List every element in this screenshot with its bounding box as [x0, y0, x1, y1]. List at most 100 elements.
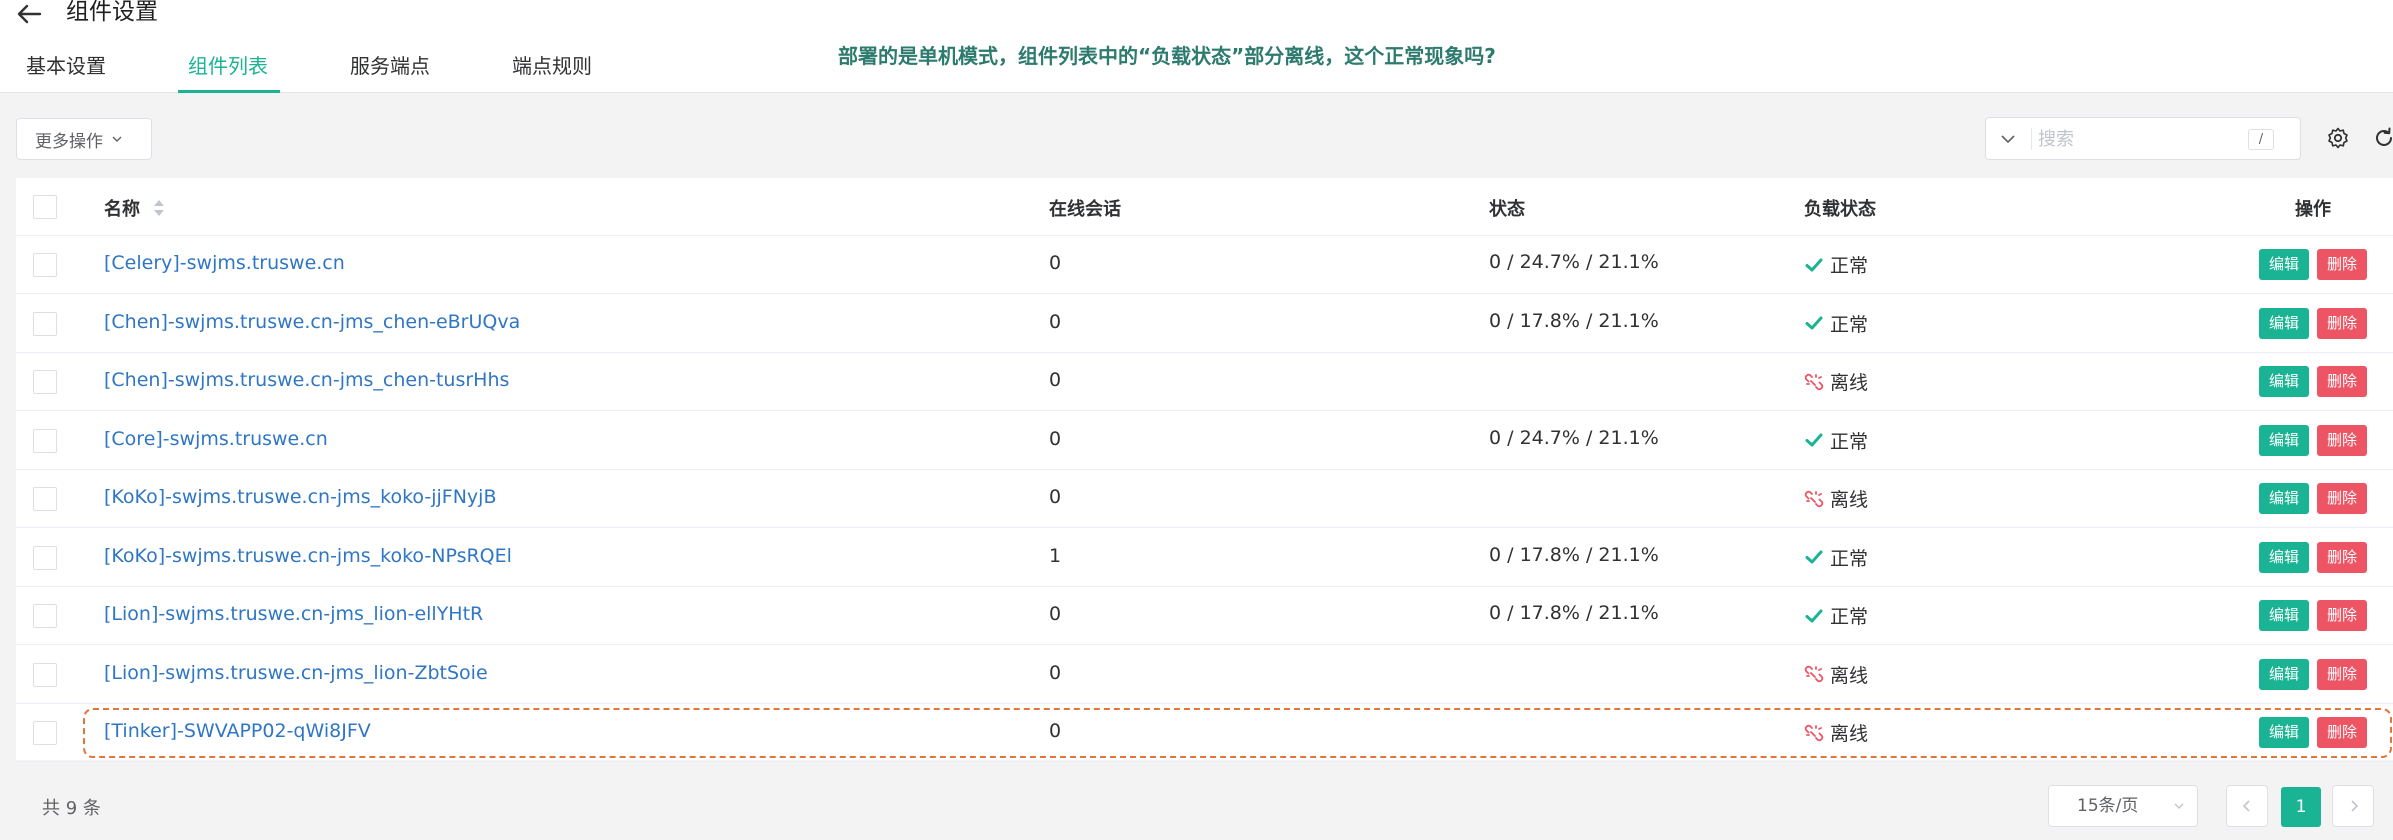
load-status: 正常 [1804, 310, 1868, 337]
online-sessions-value: 0 [1049, 486, 1062, 508]
table-row: [KoKo]-swjms.truswe.cn-jms_koko-NPsRQEl 1… [16, 529, 2393, 587]
component-name-link[interactable]: [Chen]-swjms.truswe.cn-jms_chen-tusrHhs [104, 369, 509, 391]
arrow-left-icon[interactable] [14, 2, 44, 26]
edit-button[interactable]: 编辑 [2259, 307, 2309, 339]
row-checkbox[interactable] [33, 428, 57, 453]
edit-button[interactable]: 编辑 [2259, 541, 2309, 573]
chevron-left-icon [2242, 800, 2250, 812]
refresh-icon[interactable] [2372, 126, 2393, 150]
edit-button[interactable]: 编辑 [2259, 249, 2309, 280]
prev-page-button[interactable] [2226, 785, 2268, 827]
component-name-link[interactable]: [Tinker]-SWVAPP02-qWi8JFV [104, 720, 371, 742]
check-icon [1805, 316, 1823, 330]
delete-button[interactable]: 删除 [2317, 600, 2367, 631]
chevron-right-icon [2351, 800, 2359, 812]
load-status-label: 正常 [1830, 255, 1869, 277]
more-actions-label: 更多操作 [35, 131, 103, 152]
edit-button[interactable]: 编辑 [2259, 483, 2309, 514]
row-checkbox[interactable] [33, 253, 57, 277]
online-sessions-value: 0 [1049, 720, 1062, 742]
column-header-load: 负载状态 [1804, 199, 1876, 220]
component-table: 名称 在线会话 状态 负载状态 操作 [Celery]-swjms.truswe… [16, 178, 2393, 762]
table-row: [Tinker]-SWVAPP02-qWi8JFV 0 离线 编辑 删除 [16, 704, 2393, 762]
check-icon [1805, 258, 1823, 271]
search-input[interactable] [2038, 124, 2238, 154]
broken-link-icon [1804, 665, 1824, 683]
table-row: [Chen]-swjms.truswe.cn-jms_chen-tusrHhs 0… [16, 353, 2393, 411]
delete-button[interactable]: 删除 [2317, 249, 2367, 280]
delete-button[interactable]: 删除 [2317, 483, 2367, 514]
load-status: 离线 [1804, 485, 1868, 512]
chevron-down-icon [112, 136, 122, 142]
component-name-link[interactable]: [Lion]-swjms.truswe.cn-jms_lion-ZbtSoie [104, 662, 488, 684]
gear-icon[interactable] [2326, 126, 2350, 150]
load-status-label: 离线 [1830, 489, 1869, 511]
online-sessions-value: 0 [1049, 603, 1062, 625]
question-annotation: 部署的是单机模式，组件列表中的“负载状态”部分离线，这个正常现象吗? [838, 44, 1496, 68]
table-row: [Chen]-swjms.truswe.cn-jms_chen-eBrUQva 0… [16, 295, 2393, 353]
tab-endpoint-rules[interactable]: 端点规则 [512, 50, 592, 82]
row-checkbox[interactable] [33, 487, 57, 511]
column-header-name[interactable]: 名称 [104, 195, 140, 221]
row-checkbox[interactable] [33, 721, 57, 745]
row-checkbox[interactable] [33, 604, 57, 628]
next-page-button[interactable] [2332, 785, 2374, 827]
delete-button[interactable]: 删除 [2317, 307, 2367, 339]
load-status-label: 离线 [1830, 723, 1869, 745]
load-status-label: 离线 [1830, 372, 1869, 394]
component-name-link[interactable]: [Core]-swjms.truswe.cn [104, 428, 328, 450]
check-icon [1805, 550, 1823, 564]
component-name-link[interactable]: [KoKo]-swjms.truswe.cn-jms_koko-NPsRQEl [104, 545, 512, 567]
table-row: [Core]-swjms.truswe.cn 0 0 / 24.7% / 21.1%… [16, 412, 2393, 470]
chevron-down-icon[interactable] [2000, 133, 2016, 145]
broken-link-icon [1804, 373, 1824, 390]
tab-basic-settings[interactable]: 基本设置 [26, 50, 106, 82]
tab-service-endpoints[interactable]: 服务端点 [350, 50, 430, 82]
page-size-value: 15条/页 [2077, 796, 2139, 816]
page-size-select[interactable]: 15条/页 [2048, 785, 2198, 827]
row-checkbox[interactable] [33, 370, 57, 394]
online-sessions-value: 1 [1049, 544, 1062, 567]
edit-button[interactable]: 编辑 [2259, 658, 2309, 690]
column-header-actions: 操作 [2295, 199, 2331, 220]
delete-button[interactable]: 删除 [2317, 541, 2367, 573]
more-actions-button[interactable]: 更多操作 [16, 118, 152, 160]
load-status-label: 离线 [1830, 664, 1869, 687]
search-box[interactable]: / [1985, 117, 2301, 160]
page-number-current[interactable]: 1 [2281, 787, 2321, 827]
load-status-label: 正常 [1830, 430, 1869, 453]
online-sessions-value: 0 [1049, 252, 1062, 274]
delete-button[interactable]: 删除 [2317, 658, 2367, 690]
delete-button[interactable]: 删除 [2317, 717, 2367, 748]
status-value: 0 / 17.8% / 21.1% [1489, 309, 1659, 332]
column-header-sessions: 在线会话 [1049, 199, 1121, 220]
select-all-checkbox[interactable] [33, 195, 57, 219]
component-name-link[interactable]: [Celery]-swjms.truswe.cn [104, 252, 345, 274]
chevron-down-icon [2174, 803, 2184, 809]
row-checkbox[interactable] [33, 545, 57, 570]
delete-button[interactable]: 删除 [2317, 366, 2367, 397]
row-checkbox[interactable] [33, 662, 57, 687]
edit-button[interactable]: 编辑 [2259, 424, 2309, 456]
edit-button[interactable]: 编辑 [2259, 717, 2309, 748]
page-header: 组件设置 基本设置 组件列表 服务端点 端点规则 部署的是单机模式，组件列表中的… [0, 0, 2393, 93]
edit-button[interactable]: 编辑 [2259, 600, 2309, 631]
load-status-label: 正常 [1830, 313, 1869, 336]
delete-button[interactable]: 删除 [2317, 424, 2367, 456]
column-header-status: 状态 [1489, 199, 1525, 220]
load-status-label: 正常 [1830, 547, 1869, 570]
edit-button[interactable]: 编辑 [2259, 366, 2309, 397]
row-checkbox[interactable] [33, 311, 57, 336]
sort-icon[interactable] [152, 197, 166, 219]
component-name-link[interactable]: [KoKo]-swjms.truswe.cn-jms_koko-jjFNyjB [104, 486, 497, 508]
component-name-link[interactable]: [Chen]-swjms.truswe.cn-jms_chen-eBrUQva [104, 311, 520, 333]
component-name-link[interactable]: [Lion]-swjms.truswe.cn-jms_lion-ellYHtR [104, 603, 483, 625]
divider [2031, 128, 2032, 150]
status-value: 0 / 17.8% / 21.1% [1489, 602, 1659, 624]
online-sessions-value: 0 [1049, 427, 1062, 450]
tab-component-list[interactable]: 组件列表 [188, 50, 268, 82]
load-status: 离线 [1804, 661, 1868, 688]
search-shortcut-hint: / [2248, 129, 2274, 150]
table-header: 名称 在线会话 状态 负载状态 操作 [16, 178, 2393, 236]
load-status: 离线 [1804, 368, 1868, 395]
